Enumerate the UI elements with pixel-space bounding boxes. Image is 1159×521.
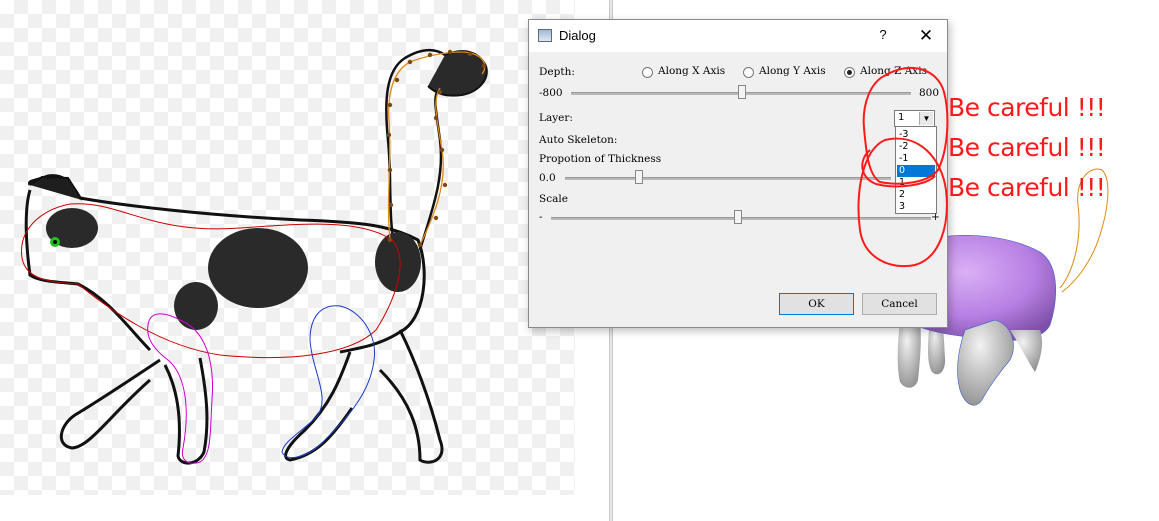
- warning-annotation-2: Be careful !!!: [948, 133, 1106, 162]
- annotation-circles: [857, 66, 949, 267]
- warning-annotation-3: Be careful !!!: [948, 173, 1106, 202]
- warning-annotation-1: Be careful !!!: [948, 93, 1106, 122]
